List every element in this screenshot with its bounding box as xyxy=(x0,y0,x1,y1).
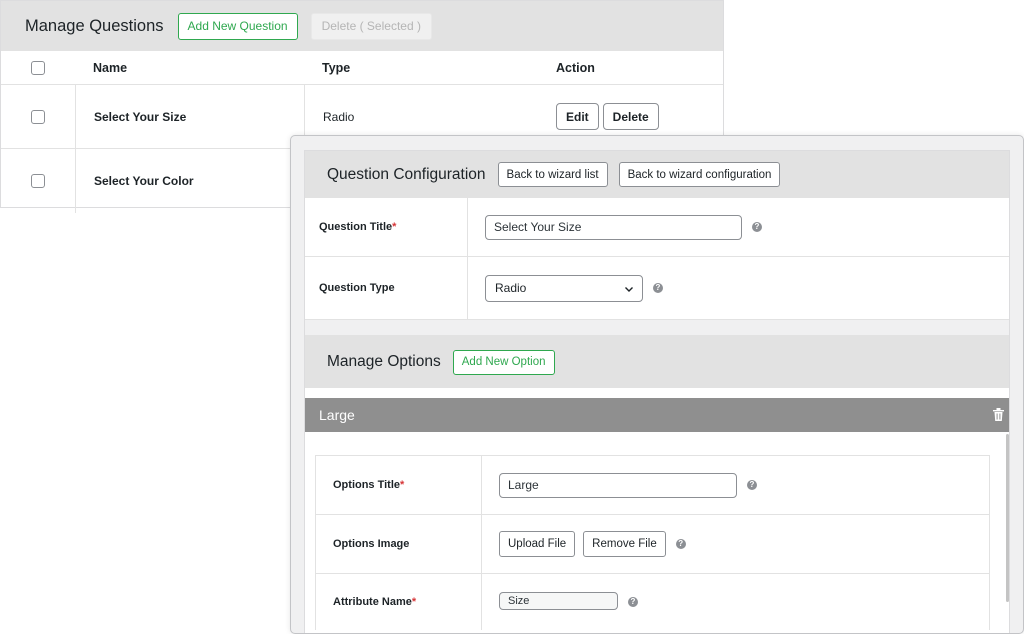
question-title-row: Question Title * Select Your Size ? xyxy=(305,198,1009,257)
help-icon[interactable]: ? xyxy=(653,283,663,293)
option-title-label: Options Title xyxy=(333,479,401,491)
chevron-down-icon xyxy=(625,286,633,292)
option-name: Large xyxy=(319,407,355,423)
question-name: Select Your Color xyxy=(75,149,304,213)
question-configuration-panel: Question Configuration Back to wizard li… xyxy=(304,150,1010,633)
question-name: Select Your Size xyxy=(75,85,304,148)
required-marker: * xyxy=(400,479,405,491)
question-configuration-window: Question Configuration Back to wizard li… xyxy=(290,135,1024,634)
option-body: Options Title * Large ? Options Image Upl… xyxy=(305,432,1009,632)
help-icon[interactable]: ? xyxy=(628,597,638,607)
help-icon[interactable]: ? xyxy=(747,480,757,490)
attribute-name-row: Attribute Name * Size ? xyxy=(316,574,989,630)
question-configuration-title: Question Configuration xyxy=(327,165,486,183)
manage-questions-header: Manage Questions Add New Question Delete… xyxy=(1,1,723,51)
scrollbar[interactable] xyxy=(1006,434,1009,602)
row-checkbox[interactable] xyxy=(31,109,45,124)
remove-file-button[interactable]: Remove File xyxy=(583,531,666,557)
manage-questions-title: Manage Questions xyxy=(25,16,164,35)
option-title-input[interactable]: Large xyxy=(499,472,737,498)
attribute-name-input[interactable]: Size xyxy=(499,592,618,610)
column-header-name: Name xyxy=(93,60,128,75)
question-configuration-header: Question Configuration Back to wizard li… xyxy=(305,151,1009,198)
back-to-wizard-configuration-button[interactable]: Back to wizard configuration xyxy=(618,162,781,187)
option-image-label: Options Image xyxy=(316,515,482,573)
add-new-question-button[interactable]: Add New Question xyxy=(177,12,298,40)
row-checkbox[interactable] xyxy=(31,174,45,188)
manage-options-title: Manage Options xyxy=(327,353,441,370)
select-all-checkbox[interactable] xyxy=(31,60,45,75)
question-type-row: Question Type Radio ? xyxy=(305,257,1009,320)
attribute-name-label: Attribute Name xyxy=(333,596,412,608)
edit-button[interactable]: Edit xyxy=(556,103,599,130)
trash-icon[interactable] xyxy=(993,408,1004,421)
table-header-row: Name Type Action xyxy=(1,51,723,85)
option-title-row: Options Title * Large ? xyxy=(316,456,989,515)
option-image-row: Options Image Upload File Remove File ? xyxy=(316,515,989,574)
required-marker: * xyxy=(411,596,417,608)
question-title-label: Question Title xyxy=(319,221,393,233)
question-type-value: Radio xyxy=(495,281,527,295)
question-type-select[interactable]: Radio xyxy=(485,274,643,302)
help-icon[interactable]: ? xyxy=(675,539,686,549)
delete-selected-button: Delete ( Selected ) xyxy=(310,12,432,40)
add-new-option-button[interactable]: Add New Option xyxy=(452,349,555,375)
question-title-input[interactable]: Select Your Size xyxy=(485,214,742,240)
delete-button[interactable]: Delete xyxy=(602,103,659,130)
manage-options-header: Manage Options Add New Option xyxy=(305,336,1009,388)
question-type-label: Question Type xyxy=(305,257,468,319)
required-marker: * xyxy=(392,221,397,233)
help-icon[interactable]: ? xyxy=(752,222,762,232)
back-to-wizard-list-button[interactable]: Back to wizard list xyxy=(497,162,608,187)
option-fields-table: Options Title * Large ? Options Image Upl… xyxy=(315,455,990,630)
option-accordion-header[interactable]: Large xyxy=(305,398,1009,432)
column-header-type: Type xyxy=(322,60,351,75)
column-header-action: Action xyxy=(556,60,595,75)
upload-file-button[interactable]: Upload File xyxy=(499,531,576,557)
